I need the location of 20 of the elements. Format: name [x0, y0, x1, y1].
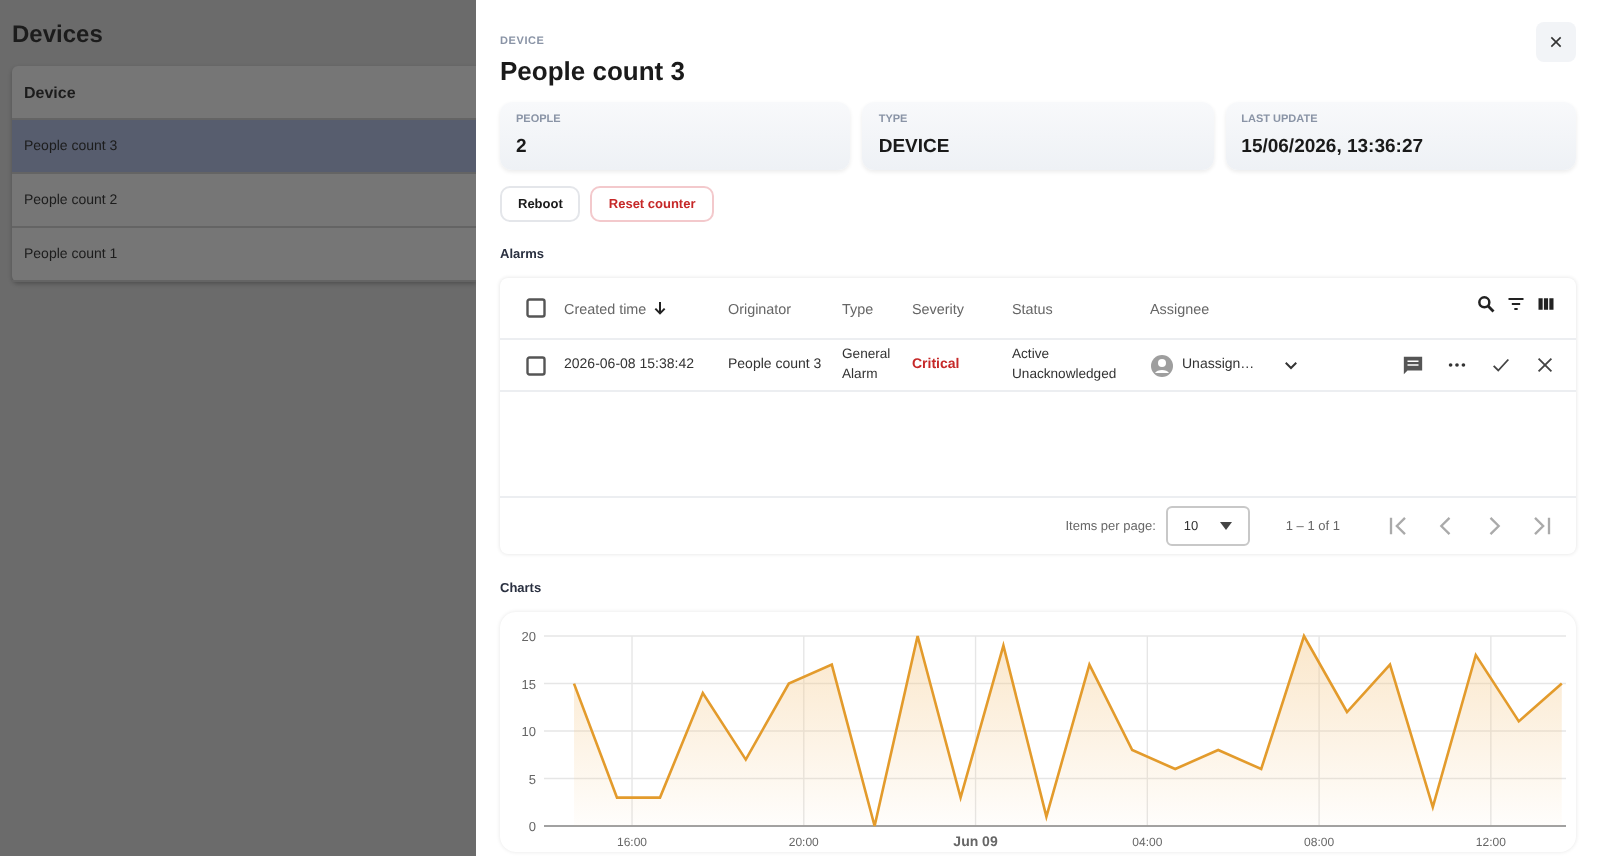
close-icon[interactable]: [1548, 34, 1564, 50]
comment-icon[interactable]: [1402, 354, 1424, 376]
checkbox[interactable]: [526, 355, 546, 375]
column-header: Device: [24, 83, 76, 101]
stat-value: 2: [516, 136, 527, 158]
checkbox[interactable]: [526, 298, 546, 318]
sort-arrow-icon[interactable]: [652, 300, 669, 316]
chevron-down-icon[interactable]: [1282, 356, 1301, 374]
stat-value: 15/06/2026, 13:36:27: [1241, 136, 1424, 158]
close-icon[interactable]: [1534, 354, 1556, 376]
filter-icon[interactable]: [1506, 294, 1526, 314]
check-icon[interactable]: [1490, 354, 1512, 376]
avatar-icon: [1150, 353, 1174, 377]
drawer-title: People count 3: [500, 56, 685, 86]
search-icon[interactable]: [1476, 294, 1496, 314]
page-title: Devices: [12, 20, 103, 48]
stat-value: DEVICE: [878, 136, 950, 158]
columns-icon[interactable]: [1536, 294, 1556, 314]
caret-icon[interactable]: [1219, 522, 1232, 530]
close-button[interactable]: [1536, 22, 1576, 62]
